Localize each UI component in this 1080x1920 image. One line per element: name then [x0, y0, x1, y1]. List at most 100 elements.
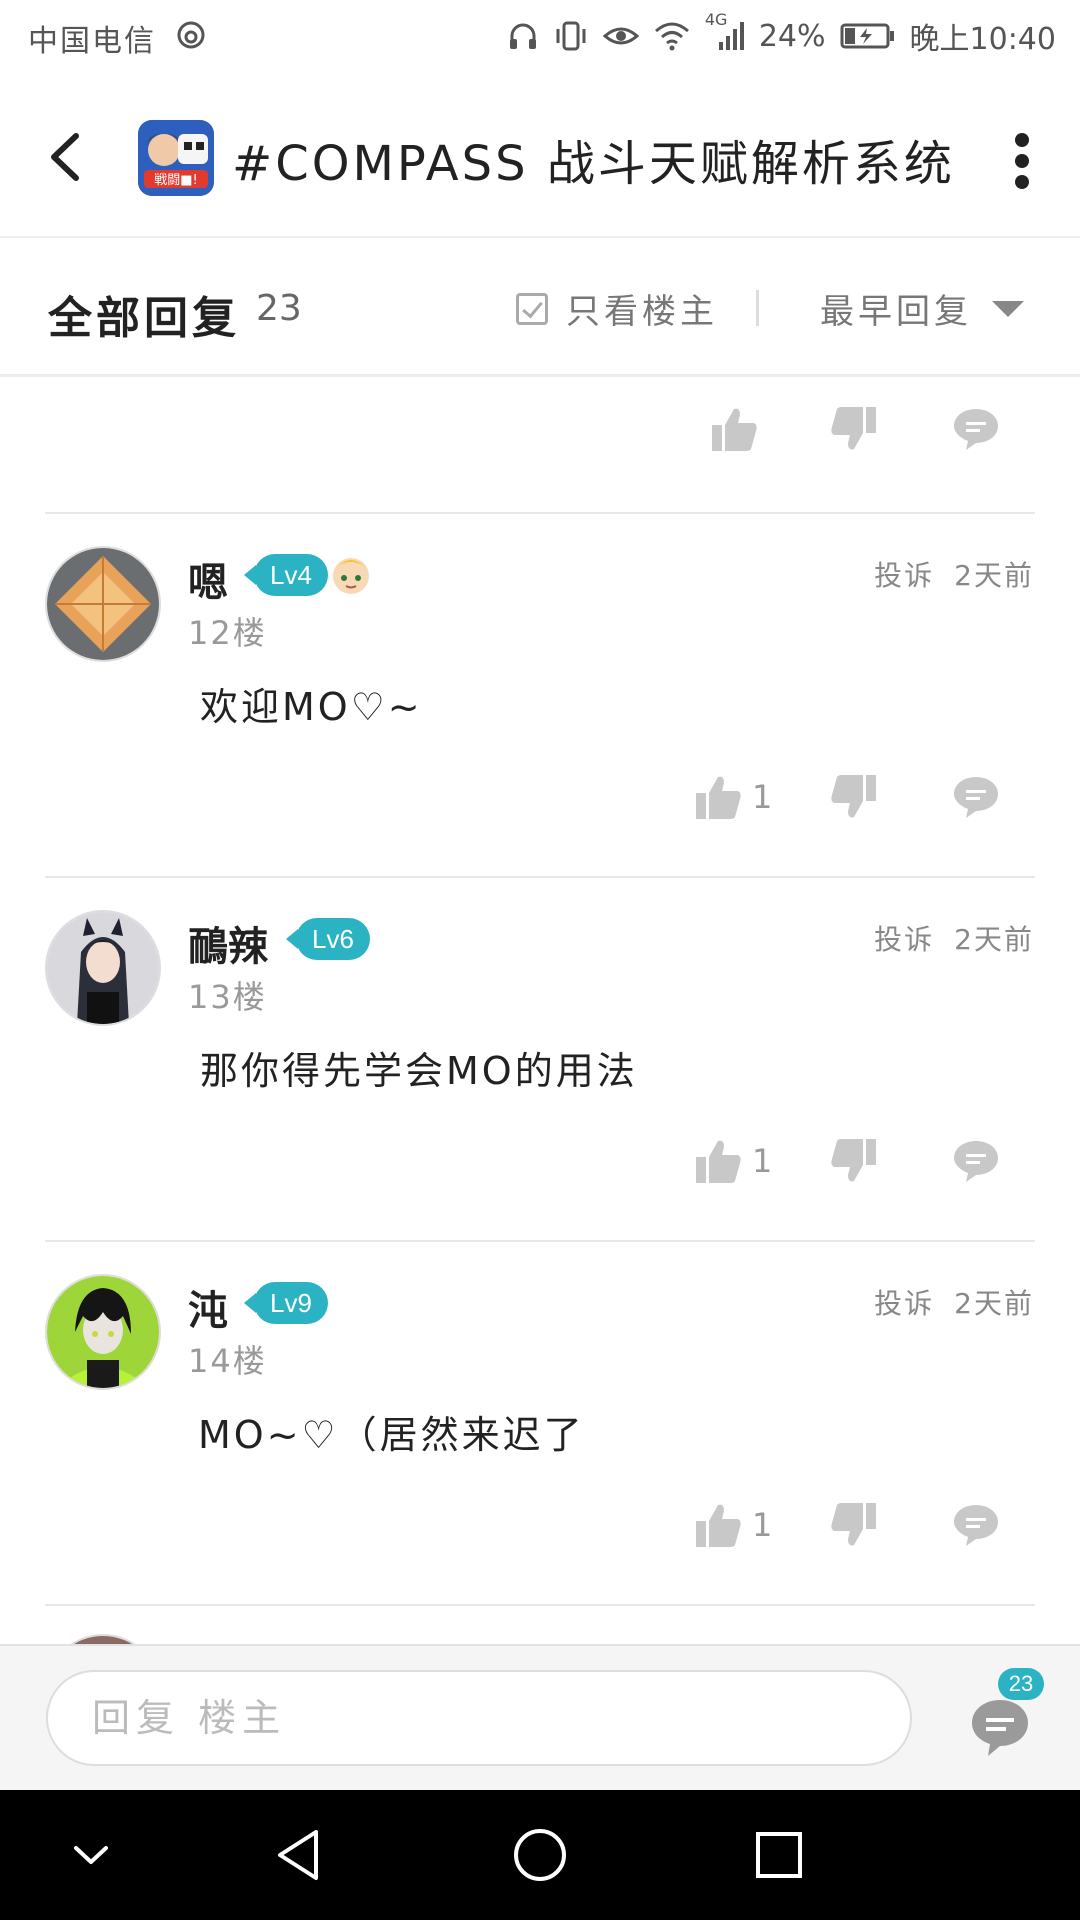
nav-back-button[interactable] [264, 1820, 334, 1890]
reply-list[interactable]: 嗯 Lv4 12楼 投诉 2天前 欢迎MO♡~ 1 鴯辣 Lv6 13楼 投诉 … [0, 376, 1080, 1644]
more-vertical-icon [1015, 133, 1029, 189]
post-meta: 投诉 2天前 [874, 1282, 1034, 1322]
vibrate-icon [553, 20, 589, 52]
thumbs-up-icon [712, 408, 757, 451]
floor-number: 14楼 [188, 1342, 267, 1380]
reply-post: 沌 Lv9 14楼 投诉 2天前 MO~♡（居然来迟了 1 [0, 1274, 1080, 1634]
dislike-button[interactable] [830, 762, 878, 832]
username[interactable]: 鴯辣 [188, 914, 268, 972]
like-button[interactable] [710, 394, 758, 464]
dropdown-triangle-icon [992, 300, 1024, 317]
level-badge: Lv9 [244, 1282, 328, 1324]
dislike-button[interactable] [830, 1490, 878, 1560]
hide-nav-button[interactable] [56, 1820, 126, 1890]
top-app-bar: 戦闘■! #COMPASS 战斗天赋解析系统 [0, 76, 1080, 238]
post-time: 2天前 [954, 559, 1034, 592]
chevron-down-icon [74, 1846, 108, 1864]
avatar[interactable] [45, 546, 161, 662]
report-link[interactable]: 投诉 [874, 1282, 934, 1322]
post-time: 2天前 [954, 1287, 1034, 1320]
avatar[interactable] [45, 1274, 161, 1390]
thumbs-down-icon [831, 775, 876, 818]
chevron-left-icon [51, 133, 79, 181]
like-button[interactable]: 1 [694, 762, 772, 832]
hd-call-icon [176, 20, 206, 50]
reply-input[interactable]: 回复 楼主 [46, 1670, 912, 1766]
divider [756, 290, 759, 326]
game-app-icon[interactable]: 戦闘■! [138, 120, 214, 196]
previous-post-actions [0, 394, 1080, 464]
like-count: 1 [752, 1142, 773, 1180]
post-meta: 投诉 2天前 [874, 918, 1034, 958]
reply-filter-bar: 全部回复 23 只看楼主 最早回复 [0, 238, 1080, 377]
post-divider [45, 1604, 1035, 1606]
reply-text: 那你得先学会MO的用法 [200, 1049, 638, 1093]
nav-recents-button[interactable] [744, 1820, 814, 1890]
floor-number: 13楼 [188, 978, 267, 1016]
reply-text: 欢迎MO♡~ [200, 685, 423, 729]
character-emoji-badge [326, 548, 376, 598]
post-actions: 1 [0, 1126, 1080, 1196]
post-time: 2天前 [954, 923, 1034, 956]
square-recents-icon [756, 1832, 802, 1878]
battery-percent: 24% [758, 18, 826, 54]
reply-text: MO~♡（居然来迟了 [198, 1413, 585, 1457]
only-op-label: 只看楼主 [566, 292, 718, 332]
post-meta: 投诉 2天前 [874, 554, 1034, 594]
post-divider [45, 876, 1035, 878]
headphones-icon [507, 20, 539, 52]
thumbs-down-icon [831, 1139, 876, 1182]
username[interactable]: 沌 [188, 1278, 228, 1336]
eye-icon [602, 22, 639, 50]
like-count: 1 [752, 778, 773, 816]
level-badge: Lv4 [244, 554, 328, 596]
reply-post: 嗯 Lv4 12楼 投诉 2天前 欢迎MO♡~ 1 [0, 546, 1080, 906]
dislike-button[interactable] [830, 1126, 878, 1196]
page-title: #COMPASS 战斗天赋解析系统 [232, 136, 955, 192]
comment-button[interactable] [952, 1126, 1000, 1196]
status-bar: 中国电信 4G 24% 晚上10:40 [0, 0, 1080, 76]
comment-bubble-icon [954, 777, 998, 818]
comment-bubble-icon [954, 1141, 998, 1182]
sort-dropdown[interactable]: 最早回复 [820, 284, 1024, 333]
post-divider [45, 1240, 1035, 1242]
sort-label: 最早回复 [820, 292, 972, 332]
battery-charging-icon [840, 22, 896, 50]
username[interactable]: 嗯 [188, 550, 228, 608]
comment-button[interactable] [952, 762, 1000, 832]
only-op-toggle[interactable]: 只看楼主 [516, 284, 718, 333]
game-icon-logo-text: 戦闘■! [154, 173, 198, 188]
carrier-name: 中国电信 [28, 24, 156, 59]
back-button[interactable] [40, 122, 96, 192]
post-actions: 1 [0, 762, 1080, 832]
comment-bubble-icon [954, 1505, 998, 1546]
network-type: 4G [704, 10, 728, 29]
nav-home-button[interactable] [505, 1820, 575, 1890]
report-link[interactable]: 投诉 [874, 918, 934, 958]
like-button[interactable]: 1 [694, 1490, 772, 1560]
post-actions: 1 [0, 1490, 1080, 1560]
wifi-icon [653, 21, 691, 51]
reply-post: 鴯辣 Lv6 13楼 投诉 2天前 那你得先学会MO的用法 1 [0, 910, 1080, 1270]
dislike-button[interactable] [830, 394, 878, 464]
comment-button[interactable] [952, 1490, 1000, 1560]
more-options-button[interactable] [1010, 126, 1034, 196]
reply-count: 23 [256, 288, 302, 329]
thumbs-down-icon [831, 1503, 876, 1546]
circle-home-icon [514, 1829, 566, 1881]
triangle-back-icon [278, 1830, 318, 1880]
thumbs-down-icon [831, 407, 876, 450]
thumbs-up-icon [696, 1140, 741, 1183]
avatar[interactable] [45, 1634, 161, 1644]
avatar[interactable] [45, 910, 161, 1026]
comment-bubble-icon [954, 409, 998, 450]
comment-button[interactable] [952, 394, 1000, 464]
floor-number: 12楼 [188, 614, 267, 652]
checkbox-icon [516, 292, 548, 325]
signal-icon: 4G [705, 10, 745, 52]
like-button[interactable]: 1 [694, 1126, 772, 1196]
clock: 晚上10:40 [909, 22, 1056, 57]
report-link[interactable]: 投诉 [874, 554, 934, 594]
all-replies-title: 全部回复 [48, 293, 240, 344]
thumbs-up-icon [696, 1504, 741, 1547]
